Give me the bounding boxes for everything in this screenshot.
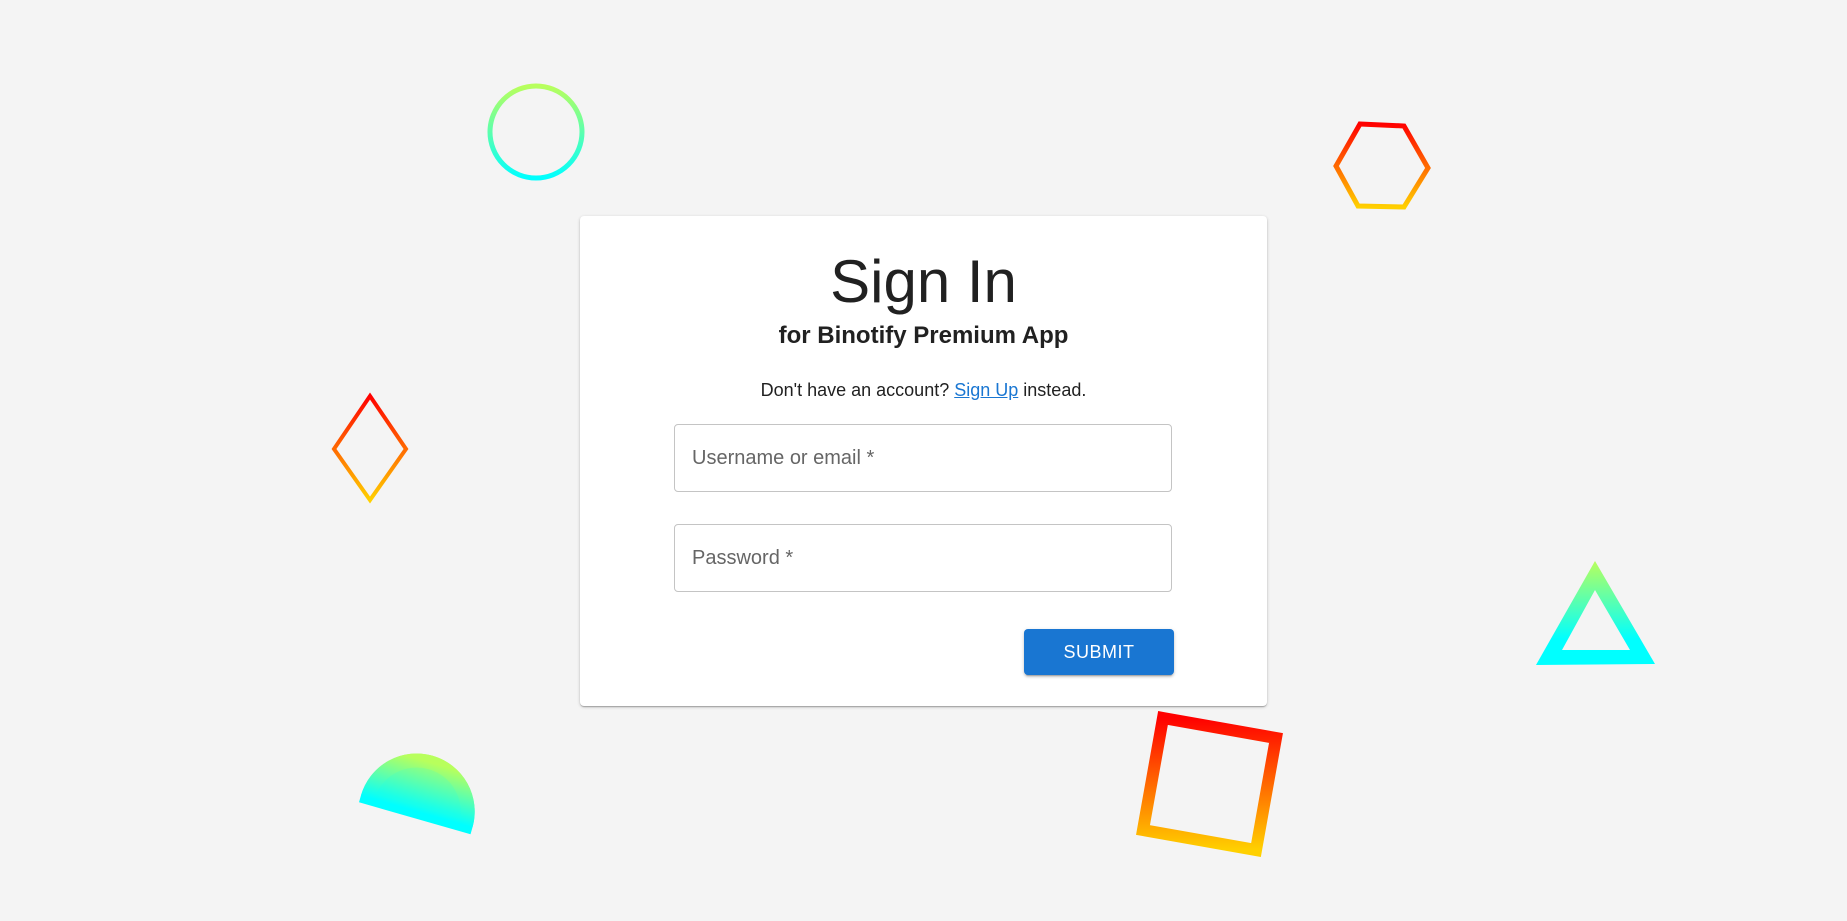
username-field[interactable] [674,424,1172,492]
circle-outline-shape [487,83,585,181]
page-title: Sign In [830,248,1017,315]
signup-prompt: Don't have an account? Sign Up instead. [580,378,1267,402]
diamond-outline-shape [331,392,409,504]
half-circle-outline-shape [358,753,475,835]
password-input[interactable] [675,525,1171,591]
signup-prefix-text: Don't have an account? [760,380,950,400]
triangle-outline-shape [1536,561,1655,665]
password-field[interactable] [674,524,1172,592]
submit-button[interactable]: SUBMIT [1024,629,1174,675]
page-subtitle: for Binotify Premium App [778,322,1069,349]
signup-suffix-text: instead. [1023,380,1087,400]
hexagon-outline-shape [1333,121,1431,210]
sign-up-link[interactable]: Sign Up [954,380,1018,400]
sign-in-card: Sign In for Binotify Premium App Don't h… [580,216,1267,706]
square-outline-shape [1136,711,1283,857]
username-input[interactable] [675,425,1171,491]
